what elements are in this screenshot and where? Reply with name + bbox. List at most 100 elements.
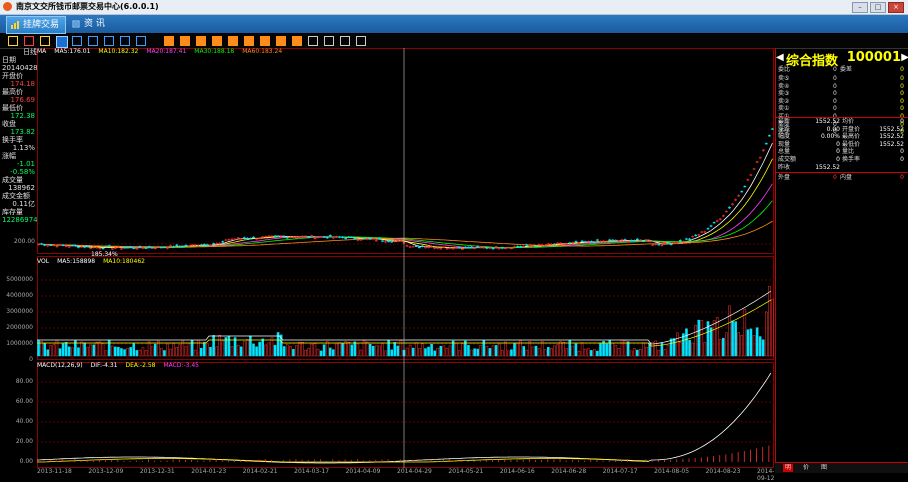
ma5-line: [38, 142, 773, 249]
stat-row: 幅度 0.00% 最高价 1552.52: [778, 133, 906, 140]
gear-icon[interactable]: [356, 36, 366, 46]
volume-bar: [255, 346, 258, 357]
volume-bar: [273, 344, 277, 357]
tab-price[interactable]: 价: [801, 464, 811, 472]
volume-bar: [212, 335, 215, 357]
box6-icon[interactable]: [244, 36, 254, 46]
tab-chart[interactable]: 图: [819, 464, 829, 472]
list-icon[interactable]: [88, 36, 98, 46]
zoom-out-icon[interactable]: [324, 36, 334, 46]
volume-bar: [135, 350, 139, 357]
close-button[interactable]: ×: [888, 2, 904, 13]
tab-trading[interactable]: 挂牌交易: [6, 16, 67, 34]
candle: [252, 236, 255, 239]
volume-bar: [193, 349, 197, 357]
vol-y-label: 2000000: [6, 324, 33, 331]
chart-area[interactable]: MA MA5:176.01 MA10:182.32 MA20:187.41 MA30:1…: [6, 48, 774, 468]
stat-value: 0.00: [826, 125, 840, 133]
stat-label: 最新: [778, 118, 791, 125]
x-date-label: 2014-04-29: [397, 468, 432, 475]
window-icon[interactable]: [72, 36, 82, 46]
volume-bar: [516, 342, 519, 357]
volume-bar: [583, 348, 587, 357]
volume-bar: [550, 348, 553, 357]
vol-y-label: 3000000: [6, 308, 33, 315]
volume-bar: [556, 344, 559, 357]
candle: [49, 244, 53, 246]
candle: [132, 247, 136, 249]
tile-icon[interactable]: [120, 36, 130, 46]
volume-bar: [292, 349, 295, 357]
indicator-value: MACD:-3.45: [163, 362, 199, 369]
volume-bar: [586, 348, 590, 357]
stat-value: 1552.52: [815, 118, 840, 125]
volume-bar: [433, 350, 436, 357]
order-mid-label: 委差: [840, 66, 853, 73]
volume-bar: [258, 341, 261, 357]
box9-icon[interactable]: [292, 36, 302, 46]
line-chart-icon[interactable]: [24, 36, 34, 46]
tab-news[interactable]: 资 讯: [68, 16, 111, 32]
volume-bar: [120, 348, 123, 357]
order-price: 0: [833, 97, 837, 105]
volume-bar: [307, 347, 311, 357]
stat-label-2: 换手率: [842, 156, 861, 163]
volume-bar: [52, 344, 56, 357]
volume-bar: [114, 346, 117, 357]
volume-bar: [267, 342, 271, 357]
candle: [61, 244, 65, 246]
draw-icon[interactable]: [340, 36, 350, 46]
box1-icon[interactable]: [164, 36, 174, 46]
volume-bar: [141, 347, 145, 357]
tab-detail[interactable]: 明: [783, 464, 793, 472]
outer-inner-row: 外盘 0 内盘 0: [778, 174, 906, 181]
box5-icon[interactable]: [228, 36, 238, 46]
order-row: 卖③ 0 0: [778, 90, 906, 97]
volume-bar: [694, 324, 697, 357]
indicator-value: MA30:188.18: [194, 48, 235, 55]
volume-bar: [642, 342, 645, 357]
order-price: 0: [833, 66, 837, 73]
volume-bar: [632, 348, 636, 357]
volume-bar: [454, 342, 458, 357]
left-label: 涨幅: [2, 152, 16, 160]
menu-bar: 挂牌交易 资 讯: [0, 15, 908, 34]
volume-bar: [577, 350, 581, 357]
volume-bar: [126, 347, 129, 357]
box4-icon[interactable]: [212, 36, 222, 46]
prev-arrow-icon[interactable]: ◀: [776, 52, 784, 63]
candle: [768, 135, 771, 137]
kline-active-icon[interactable]: [56, 36, 68, 48]
volume-bar: [58, 348, 62, 357]
indicator-value: VOL: [37, 258, 50, 265]
order-volume: 0: [900, 66, 904, 73]
volume-bar: [117, 346, 120, 357]
volume-bar: [571, 345, 575, 357]
zoom-icon[interactable]: [136, 36, 146, 46]
volume-bar: [341, 343, 344, 357]
next-arrow-icon[interactable]: ▶: [901, 52, 908, 63]
candle-icon[interactable]: [40, 36, 50, 46]
candle: [221, 241, 225, 243]
volume-bar: [252, 343, 255, 357]
volume-bar: [313, 343, 317, 357]
stat-value-2: 1552.52: [879, 133, 904, 141]
volume-bar: [328, 347, 332, 357]
stat-label: 涨跌: [778, 125, 791, 133]
maximize-button[interactable]: □: [870, 2, 886, 13]
volume-bar: [629, 350, 633, 357]
volume-bar: [461, 343, 464, 357]
bar-chart-icon[interactable]: [8, 36, 18, 46]
candle: [126, 247, 129, 249]
zoom-in-icon[interactable]: [308, 36, 318, 46]
candle: [378, 237, 381, 240]
box2-icon[interactable]: [180, 36, 190, 46]
volume-bar: [378, 345, 381, 357]
minimize-button[interactable]: –: [852, 2, 868, 13]
box3-icon[interactable]: [196, 36, 206, 46]
volume-bar: [731, 320, 734, 357]
volume-bar: [617, 348, 621, 357]
grid-icon[interactable]: [104, 36, 114, 46]
box8-icon[interactable]: [276, 36, 286, 46]
box7-icon[interactable]: [260, 36, 270, 46]
